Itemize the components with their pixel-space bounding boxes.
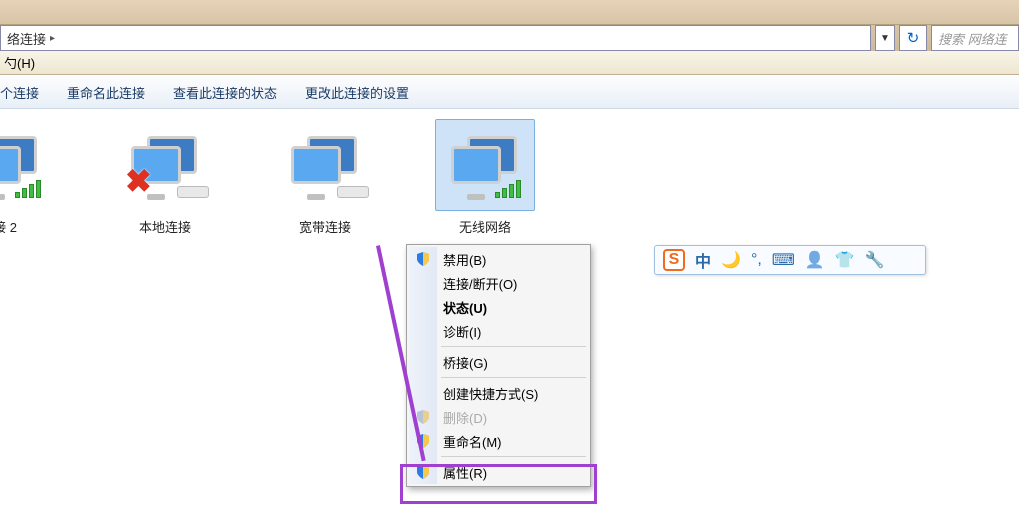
context-menu-separator <box>441 346 586 347</box>
modem-icon <box>177 186 209 198</box>
connection-icon: ✖ <box>115 119 215 211</box>
signal-bars-icon <box>495 180 521 198</box>
context-menu-separator <box>441 456 586 457</box>
modem-icon <box>337 186 369 198</box>
ime-lang[interactable]: 中 <box>695 248 711 272</box>
uac-shield-icon <box>415 251 431 267</box>
toolbar-rename[interactable]: 重命名此连接 <box>67 83 145 102</box>
connection-item[interactable]: 宽带连接 <box>260 119 390 236</box>
ctx-delete-label: 删除(D) <box>443 408 487 427</box>
connection-icon <box>0 119 55 211</box>
ctx-diagnose[interactable]: 诊断(I) <box>409 319 588 343</box>
uac-shield-icon <box>415 409 431 425</box>
ime-keyboard-icon[interactable]: ⌨ <box>772 250 795 270</box>
search-placeholder: 搜索 网络连 <box>938 29 1007 48</box>
address-path: 络连接 <box>7 29 46 48</box>
connection-label: 宽带连接 <box>260 217 390 236</box>
breadcrumb-arrow-icon: ▸ <box>50 33 55 44</box>
ctx-disable[interactable]: 禁用(B) <box>409 247 588 271</box>
ime-skin-icon[interactable]: 👕 <box>835 250 855 270</box>
address-dropdown-button[interactable]: ▼ <box>875 25 895 51</box>
ctx-rename[interactable]: 重命名(M) <box>409 429 588 453</box>
ctx-shortcut[interactable]: 创建快捷方式(S) <box>409 381 588 405</box>
ctx-connect-label: 连接/断开(O) <box>443 274 517 293</box>
context-menu: 禁用(B) 连接/断开(O) 状态(U) 诊断(I) 桥接(G) 创建快捷方式(… <box>406 244 591 487</box>
uac-shield-icon <box>415 464 431 480</box>
address-bar[interactable]: 络连接 ▸ <box>0 25 871 51</box>
connection-label: 本地连接 <box>100 217 230 236</box>
window-titlebar <box>0 0 1019 25</box>
ctx-shortcut-label: 创建快捷方式(S) <box>443 384 538 403</box>
toolbar-view-status[interactable]: 查看此连接的状态 <box>173 83 277 102</box>
toolbar-change-settings[interactable]: 更改此连接的设置 <box>305 83 409 102</box>
connection-icon <box>275 119 375 211</box>
menu-bar: 勺(H) <box>0 51 1019 75</box>
ctx-status[interactable]: 状态(U) <box>409 295 588 319</box>
ctx-connect[interactable]: 连接/断开(O) <box>409 271 588 295</box>
menu-help[interactable]: 勺(H) <box>4 53 35 72</box>
connection-icon <box>435 119 535 211</box>
connection-label: 接 2 <box>0 217 70 236</box>
ime-toolbar[interactable]: S 中 🌙 °, ⌨ 👤 👕 🔧 <box>654 245 926 275</box>
disabled-x-icon: ✖ <box>125 162 152 200</box>
refresh-icon: ↻ <box>907 29 920 47</box>
ime-moon-icon[interactable]: 🌙 <box>721 250 741 270</box>
ctx-delete: 删除(D) <box>409 405 588 429</box>
ctx-diagnose-label: 诊断(I) <box>443 322 481 341</box>
connection-item[interactable]: 接 2 <box>0 119 70 236</box>
signal-bars-icon <box>15 180 41 198</box>
ctx-disable-label: 禁用(B) <box>443 250 486 269</box>
sogou-logo-icon[interactable]: S <box>663 249 685 271</box>
ime-tool-icon[interactable]: 🔧 <box>865 250 885 270</box>
command-toolbar: 个连接 重命名此连接 查看此连接的状态 更改此连接的设置 <box>0 75 1019 109</box>
connection-item-selected[interactable]: 无线网络 <box>420 119 550 236</box>
ctx-bridge[interactable]: 桥接(G) <box>409 350 588 374</box>
context-menu-separator <box>441 377 586 378</box>
ctx-properties[interactable]: 属性(R) <box>409 460 588 484</box>
ctx-properties-label: 属性(R) <box>443 463 487 482</box>
ctx-bridge-label: 桥接(G) <box>443 353 488 372</box>
connection-item[interactable]: ✖ 本地连接 <box>100 119 230 236</box>
ime-punct-icon[interactable]: °, <box>751 251 762 269</box>
connection-label: 无线网络 <box>420 217 550 236</box>
ime-person-icon[interactable]: 👤 <box>805 250 825 270</box>
address-bar-row: 络连接 ▸ ▼ ↻ 搜索 网络连 <box>0 25 1019 51</box>
toolbar-this-connection[interactable]: 个连接 <box>0 83 39 102</box>
ctx-status-label: 状态(U) <box>443 298 487 317</box>
uac-shield-icon <box>415 433 431 449</box>
search-input[interactable]: 搜索 网络连 <box>931 25 1019 51</box>
ctx-rename-label: 重命名(M) <box>443 432 502 451</box>
refresh-button[interactable]: ↻ <box>899 25 927 51</box>
